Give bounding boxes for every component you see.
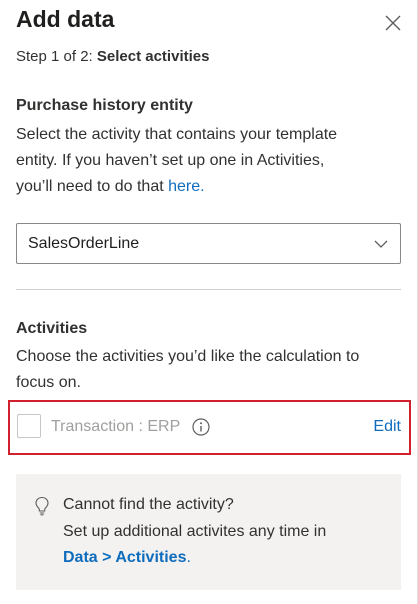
info-icon[interactable] bbox=[191, 417, 211, 437]
tip-box: Cannot find the activity? Set up additio… bbox=[16, 474, 401, 590]
lightbulb-icon bbox=[34, 496, 50, 516]
activities-description-line: focus on. bbox=[16, 374, 81, 391]
step-current: Select activities bbox=[96, 48, 210, 65]
tip-line: Cannot find the activity? bbox=[63, 496, 234, 513]
close-icon[interactable] bbox=[382, 12, 404, 34]
edit-link[interactable]: Edit bbox=[373, 418, 401, 436]
tip-link-period: . bbox=[186, 549, 191, 566]
panel-title: Add data bbox=[16, 6, 115, 32]
section-divider bbox=[16, 289, 401, 290]
here-link-period: . bbox=[200, 178, 205, 195]
here-link[interactable]: here bbox=[168, 178, 200, 195]
activity-checkbox[interactable] bbox=[17, 414, 41, 438]
purchase-history-description-line: Select the activity that contains your t… bbox=[16, 126, 338, 143]
purchase-history-description-line: you’ll need to do that here. bbox=[16, 174, 402, 200]
add-data-panel: Add data Step 1 of 2: Select activities … bbox=[0, 0, 418, 604]
activities-description: Choose the activities you’d like the cal… bbox=[16, 344, 402, 396]
activity-label: Transaction : ERP bbox=[51, 418, 181, 435]
step-prefix: Step 1 of 2: bbox=[16, 48, 97, 65]
activities-heading: Activities bbox=[16, 320, 88, 337]
step-indicator: Step 1 of 2: Select activities bbox=[16, 48, 209, 65]
chevron-down-icon bbox=[373, 236, 389, 252]
data-activities-link[interactable]: Data > Activities bbox=[63, 549, 186, 566]
purchase-history-description-line: entity. If you haven’t set up one in Act… bbox=[16, 152, 325, 169]
purchase-history-heading: Purchase history entity bbox=[16, 97, 193, 114]
purchase-history-description: Select the activity that contains your t… bbox=[16, 122, 402, 200]
tip-link-line: Data > Activities. bbox=[63, 549, 191, 567]
activity-row-highlight: Transaction : ERP Edit bbox=[8, 400, 411, 455]
dropdown-selected-value: SalesOrderLine bbox=[28, 234, 140, 252]
tip-line: Set up additional activites any time in bbox=[63, 523, 327, 540]
activities-description-line: Choose the activities you’d like the cal… bbox=[16, 348, 360, 365]
purchase-history-description-text: you’ll need to do that bbox=[16, 178, 169, 195]
purchase-history-dropdown[interactable]: SalesOrderLine bbox=[16, 223, 401, 264]
